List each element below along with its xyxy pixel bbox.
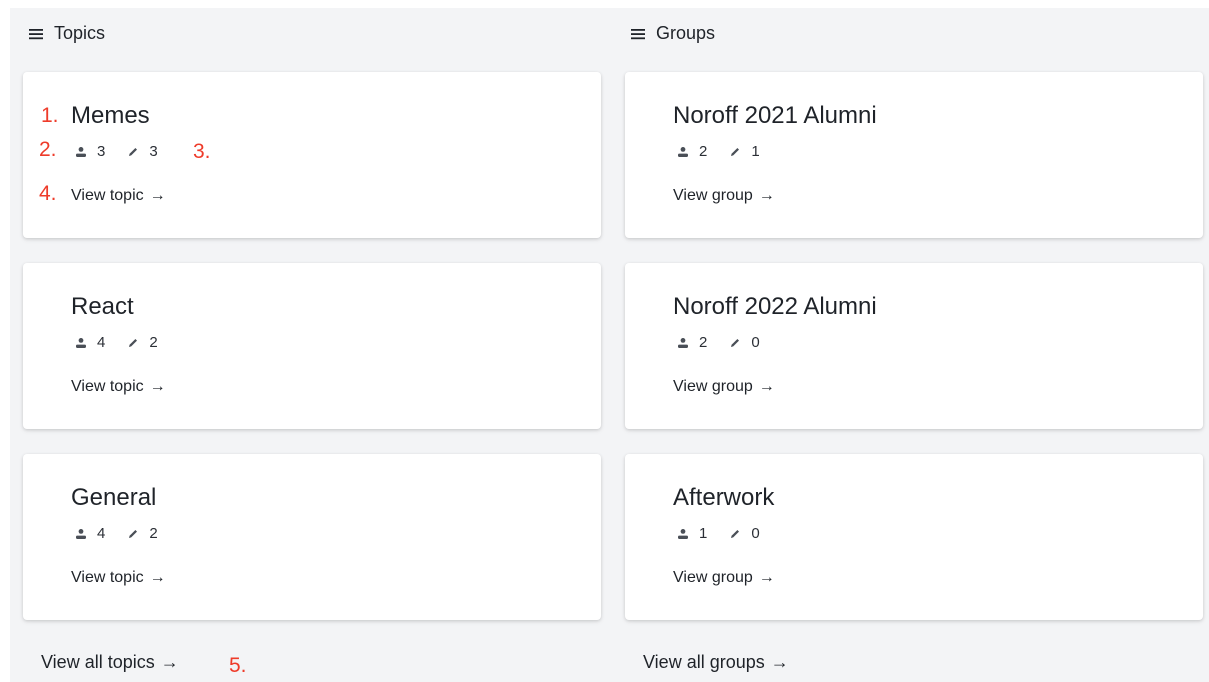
group-card: Noroff 2021 Alumni 2 1 View group → xyxy=(625,72,1203,238)
person-icon xyxy=(677,146,689,158)
annotation-2: 2. xyxy=(39,138,57,161)
groups-heading: Groups xyxy=(656,23,716,43)
menu-lines-icon xyxy=(630,26,646,42)
view-group-link[interactable]: View group → xyxy=(673,187,775,205)
pencil-icon xyxy=(127,146,139,158)
dashboard-panel: Topics Memes 3 3 View topic → React 4 2 … xyxy=(10,8,1209,682)
group-stats: 1 0 xyxy=(677,525,782,542)
pencil-icon xyxy=(127,337,139,349)
pencil-icon xyxy=(729,146,741,158)
view-group-link[interactable]: View group → xyxy=(673,569,775,587)
arrow-right-icon: → xyxy=(149,378,166,395)
person-icon xyxy=(75,146,87,158)
view-group-link[interactable]: View group → xyxy=(673,378,775,396)
topic-title: Memes xyxy=(71,102,150,129)
view-topic-link[interactable]: View topic → xyxy=(71,569,166,587)
topic-card: Memes 3 3 View topic → xyxy=(23,72,601,238)
view-topic-link[interactable]: View topic → xyxy=(71,187,166,205)
group-stats: 2 0 xyxy=(677,334,782,351)
arrow-right-icon: → xyxy=(160,652,179,672)
group-title: Afterwork xyxy=(673,484,775,511)
posts-count: 0 xyxy=(729,525,760,542)
group-stats: 2 1 xyxy=(677,143,782,160)
topic-stats: 4 2 xyxy=(75,525,180,542)
members-count: 1 xyxy=(677,525,707,542)
view-topic-link[interactable]: View topic → xyxy=(71,378,166,396)
members-count: 4 xyxy=(75,334,105,351)
person-icon xyxy=(677,528,689,540)
topics-heading: Topics xyxy=(54,23,106,43)
arrow-right-icon: → xyxy=(149,569,166,586)
view-all-groups-link[interactable]: View all groups → xyxy=(643,652,789,673)
annotation-1: 1. xyxy=(41,104,59,127)
topic-stats: 4 2 xyxy=(75,334,180,351)
person-icon xyxy=(75,528,87,540)
pencil-icon xyxy=(729,528,741,540)
arrow-right-icon: → xyxy=(770,652,789,672)
arrow-right-icon: → xyxy=(758,569,775,586)
annotation-4: 4. xyxy=(39,182,57,205)
topic-card: React 4 2 View topic → xyxy=(23,263,601,429)
arrow-right-icon: → xyxy=(149,187,166,204)
posts-count: 2 xyxy=(127,525,158,542)
person-icon xyxy=(75,337,87,349)
topic-card: General 4 2 View topic → xyxy=(23,454,601,620)
annotation-3: 3. xyxy=(193,140,211,163)
group-card: Afterwork 1 0 View group → xyxy=(625,454,1203,620)
members-count: 2 xyxy=(677,334,707,351)
pencil-icon xyxy=(127,528,139,540)
posts-count: 0 xyxy=(729,334,760,351)
arrow-right-icon: → xyxy=(758,378,775,395)
posts-count: 3 xyxy=(127,143,158,160)
person-icon xyxy=(677,337,689,349)
menu-lines-icon xyxy=(28,26,44,42)
topic-title: General xyxy=(71,484,157,511)
groups-header: Groups xyxy=(630,23,715,44)
arrow-right-icon: → xyxy=(758,187,775,204)
topics-header: Topics xyxy=(28,23,105,44)
group-title: Noroff 2021 Alumni xyxy=(673,102,877,129)
view-all-topics-link[interactable]: View all topics → xyxy=(41,652,179,673)
posts-count: 2 xyxy=(127,334,158,351)
topic-stats: 3 3 xyxy=(75,143,180,160)
group-card: Noroff 2022 Alumni 2 0 View group → xyxy=(625,263,1203,429)
annotation-5: 5. xyxy=(229,654,247,677)
group-title: Noroff 2022 Alumni xyxy=(673,293,877,320)
pencil-icon xyxy=(729,337,741,349)
members-count: 2 xyxy=(677,143,707,160)
topic-title: React xyxy=(71,293,134,320)
members-count: 3 xyxy=(75,143,105,160)
members-count: 4 xyxy=(75,525,105,542)
posts-count: 1 xyxy=(729,143,760,160)
